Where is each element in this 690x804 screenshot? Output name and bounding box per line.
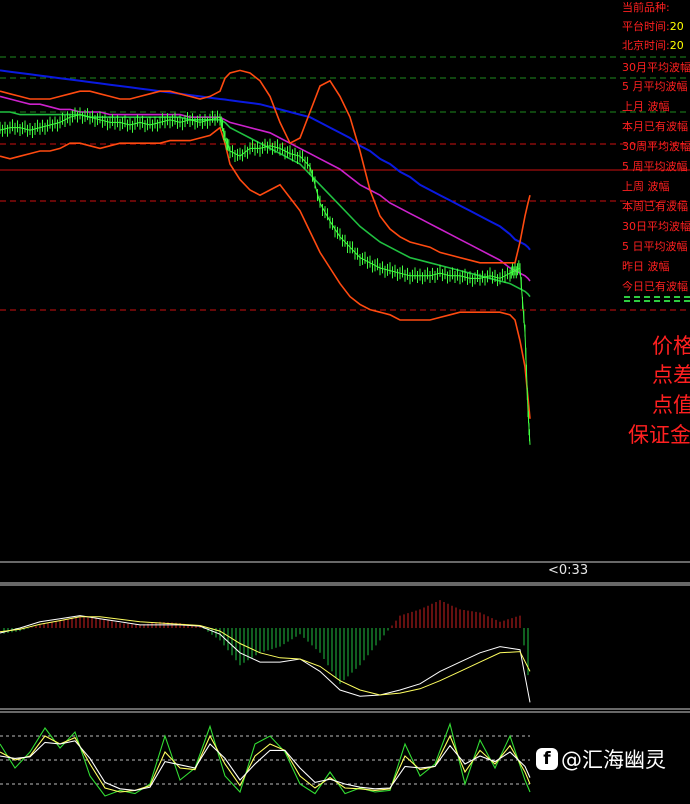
info-label: 30周平均波幅	[622, 141, 690, 153]
info-label: 本周已有波幅	[622, 201, 688, 213]
bar-countdown-timer: <0:33	[548, 563, 589, 578]
macd-series-macd_white	[0, 615, 531, 703]
info-row: 昨日 波幅	[622, 261, 690, 273]
watermark-text: @汇海幽灵	[561, 748, 666, 772]
info-row: 5 月平均波幅	[622, 81, 690, 93]
price-series-ma_magenta	[0, 95, 531, 282]
info-separator	[624, 296, 690, 298]
info-label: 上周 波幅	[622, 181, 670, 193]
info-row: 上周 波幅	[622, 181, 690, 193]
watermark: f @汇海幽灵	[536, 744, 666, 774]
info-row: 本月已有波幅	[622, 121, 690, 133]
info-row: 30月平均波幅	[622, 62, 690, 74]
info-row: 30日平均波幅	[622, 221, 690, 233]
facebook-icon: f	[536, 748, 558, 770]
macd-series-signal_yellow	[0, 616, 531, 696]
info-row: 本周已有波幅	[622, 201, 690, 213]
info-row: 30周平均波幅	[622, 141, 690, 153]
info-value: 20	[669, 21, 684, 33]
info-row: 当前品种:	[622, 2, 690, 14]
price-series-ma_blue	[0, 69, 531, 251]
info-label: 北京时间:	[622, 40, 670, 52]
info-value: 20	[669, 40, 684, 52]
info-label: 5 月平均波幅	[622, 81, 688, 93]
info-label: 30日平均波幅	[622, 221, 690, 233]
info-label: 昨日 波幅	[622, 261, 670, 273]
info-row: 5 日平均波幅	[622, 241, 690, 253]
info-row: 今日已有波幅	[622, 281, 690, 293]
info-separator	[624, 300, 690, 302]
big-info-label: 点值	[652, 393, 690, 417]
info-label: 今日已有波幅	[622, 281, 688, 293]
info-row: 北京时间:20	[622, 40, 690, 52]
info-row: 上月 波幅	[622, 101, 690, 113]
info-label: 本月已有波幅	[622, 121, 688, 133]
info-label: 30月平均波幅	[622, 62, 690, 74]
info-row: 平台时间:20	[622, 21, 690, 33]
trading-chart	[0, 56, 690, 797]
info-row: 5 周平均波幅	[622, 161, 690, 173]
big-info-label: 点差	[652, 363, 690, 387]
big-info-label: 价格	[652, 334, 690, 358]
big-info-label: 保证金	[628, 423, 690, 447]
info-label: 5 日平均波幅	[622, 241, 688, 253]
info-label: 平台时间:	[622, 21, 670, 33]
info-label: 上月 波幅	[622, 101, 670, 113]
info-label: 当前品种:	[622, 2, 670, 14]
info-label: 5 周平均波幅	[622, 161, 688, 173]
